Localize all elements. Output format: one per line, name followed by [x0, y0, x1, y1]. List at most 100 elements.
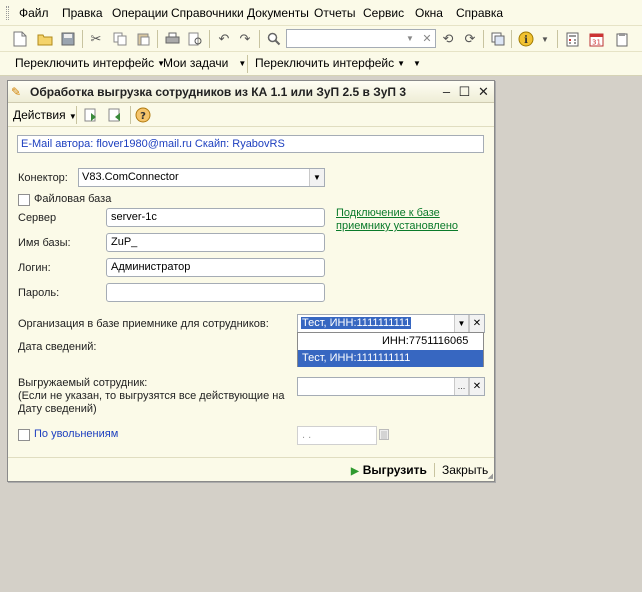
menu-windows[interactable]: Окна: [415, 6, 443, 20]
toolbar-separator: [483, 30, 484, 48]
chevron-down-icon[interactable]: ▼: [535, 29, 555, 49]
file-base-checkbox[interactable]: [18, 194, 30, 206]
connector-value: V83.ComConnector: [82, 171, 179, 183]
dbname-input[interactable]: ZuP_: [106, 233, 325, 252]
run-export-label: Выгрузить: [362, 463, 427, 477]
windows-icon[interactable]: [488, 29, 508, 49]
processing-icon: ✎: [11, 85, 22, 99]
dropdown-option-selected[interactable]: Тест, ИНН:1111111111: [298, 350, 483, 367]
open-folder-icon[interactable]: [35, 29, 55, 49]
file-base-label: Файловая база: [34, 193, 112, 205]
menu-help[interactable]: Справка: [456, 6, 503, 20]
menu-service[interactable]: Сервис: [363, 6, 404, 20]
search-icon[interactable]: [264, 29, 284, 49]
run-export-button[interactable]: ▶ Выгрузить: [351, 463, 427, 477]
copy-icon[interactable]: [110, 29, 130, 49]
actions-menu[interactable]: Действия ▼: [13, 108, 77, 122]
menu-reports[interactable]: Отчеты: [314, 6, 355, 20]
toolbar-separator: [76, 106, 77, 124]
undo-icon[interactable]: ↶: [214, 29, 234, 49]
print-preview-icon[interactable]: [185, 29, 205, 49]
chevron-down-icon: ▼: [413, 59, 421, 69]
login-input[interactable]: Администратор: [106, 258, 325, 277]
employee-label-line2: (Если не указан, то выгрузятся все дейст…: [18, 390, 285, 402]
connection-status-link-line1[interactable]: Подключение к базе: [336, 207, 440, 220]
server-input[interactable]: server-1c: [106, 208, 325, 227]
svg-text:i: i: [524, 35, 528, 46]
employee-select[interactable]: … ✕: [297, 377, 485, 396]
chevron-down-icon: ▼: [238, 59, 247, 69]
clipboard-icon[interactable]: [612, 29, 632, 49]
load-settings-icon[interactable]: [82, 106, 100, 124]
chevron-down-icon[interactable]: ▼: [403, 30, 417, 47]
close-icon[interactable]: ✕: [475, 83, 492, 100]
save-icon[interactable]: [58, 29, 78, 49]
menu-edit[interactable]: Правка: [62, 6, 103, 20]
dialog-toolbar: Действия ▼ ?: [8, 103, 494, 127]
svg-text:?: ?: [140, 111, 146, 122]
calendar-icon[interactable]: 31: [586, 29, 606, 49]
dialog-title: Обработка выгрузка сотрудников из КА 1.1…: [30, 85, 407, 99]
clear-icon[interactable]: ✕: [419, 30, 435, 47]
my-tasks-menu[interactable]: Мои задачи ▼: [163, 56, 246, 70]
minimize-icon[interactable]: –: [438, 83, 455, 100]
author-info: E-Mail автора: flover1980@mail.ru Скайп:…: [17, 135, 484, 153]
calendar-icon[interactable]: [379, 429, 389, 440]
dismissal-date-input[interactable]: . .: [297, 426, 377, 445]
org-value: Тест, ИНН:1111111111: [301, 317, 412, 329]
toolbar-separator: [157, 30, 158, 48]
password-label: Пароль:: [18, 287, 60, 299]
toolbar-separator: [511, 30, 512, 48]
dropdown-option[interactable]: ИНН:7751116065: [298, 333, 483, 350]
dismissal-checkbox[interactable]: [18, 429, 30, 441]
actions-label: Действия: [13, 108, 66, 122]
print-icon[interactable]: [162, 29, 182, 49]
dialog-titlebar[interactable]: ✎ Обработка выгрузка сотрудников из КА 1…: [8, 81, 494, 103]
close-button[interactable]: Закрыть: [442, 463, 488, 477]
new-document-icon[interactable]: [10, 29, 30, 49]
password-input[interactable]: [106, 283, 325, 302]
resize-grip-icon[interactable]: ◢: [488, 472, 493, 480]
cut-icon[interactable]: ✂: [86, 29, 106, 49]
menu-documents[interactable]: Документы: [247, 6, 309, 20]
search-next-icon[interactable]: ⟲: [438, 29, 458, 49]
maximize-icon[interactable]: ☐: [456, 83, 473, 100]
menu-file[interactable]: Файл: [19, 6, 49, 20]
switch-interface-menu-2[interactable]: Переключить интерфейс ▼ ▼: [255, 56, 421, 70]
switch-interface-menu-1[interactable]: Переключить интерфейс ▼: [15, 56, 165, 70]
menubar-grip[interactable]: [6, 6, 9, 20]
calculator-icon[interactable]: [562, 29, 582, 49]
toolbar-separator: [209, 30, 210, 48]
connector-select[interactable]: V83.ComConnector ▼: [78, 168, 325, 187]
toolbar-separator: [82, 30, 83, 48]
date-label: Дата сведений:: [18, 341, 97, 353]
help-icon[interactable]: ?: [134, 106, 152, 124]
chevron-down-icon: ▼: [397, 59, 406, 69]
dismissal-label: По увольнениям: [34, 428, 119, 440]
search-prev-icon[interactable]: ⟳: [460, 29, 480, 49]
connection-status-link-line2[interactable]: приемнику установлено: [336, 220, 458, 233]
clear-icon[interactable]: ✕: [469, 315, 484, 332]
menu-operations[interactable]: Операции: [112, 6, 168, 20]
ellipsis-icon[interactable]: …: [454, 378, 469, 395]
save-settings-icon[interactable]: [106, 106, 124, 124]
toolbar-separator: [259, 30, 260, 48]
chevron-down-icon[interactable]: ▼: [454, 315, 469, 332]
my-tasks-label: Мои задачи: [163, 56, 229, 70]
search-input[interactable]: ▼ ✕: [286, 29, 436, 48]
menu-catalogs[interactable]: Справочники: [171, 6, 244, 20]
switch-interface-label: Переключить интерфейс: [255, 56, 395, 70]
org-label: Организация в базе приемнике для сотрудн…: [18, 318, 269, 330]
employee-label-line1: Выгружаемый сотрудник:: [18, 377, 148, 389]
redo-icon[interactable]: ↷: [235, 29, 255, 49]
org-select[interactable]: Тест, ИНН:1111111111 ▼ ✕: [297, 314, 485, 333]
dbname-label: Имя базы:: [18, 237, 71, 249]
login-label: Логин:: [18, 262, 51, 274]
info-icon[interactable]: i: [516, 29, 536, 49]
clear-icon[interactable]: ✕: [469, 378, 484, 395]
dialog-footer: ▶ Выгрузить Закрыть: [8, 457, 494, 481]
paste-icon[interactable]: [133, 29, 153, 49]
calendar-day: 31: [592, 38, 601, 46]
footer-separator: [434, 463, 435, 477]
chevron-down-icon[interactable]: ▼: [309, 169, 324, 186]
